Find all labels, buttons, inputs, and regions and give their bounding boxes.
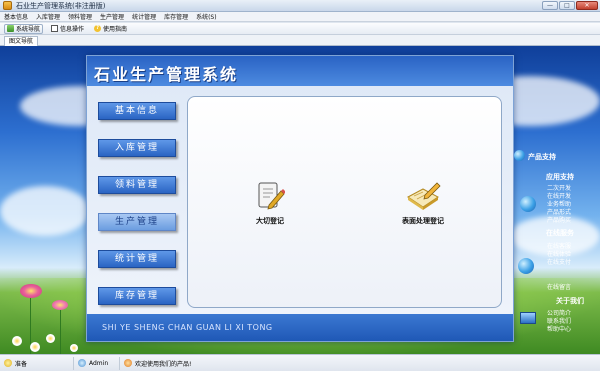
about-us-title: 关于我们 xyxy=(556,297,584,305)
maximize-button[interactable]: □ xyxy=(559,1,575,10)
menu-production[interactable]: 生产管理 xyxy=(100,12,124,21)
nav-button-statistics[interactable]: 统计管理 xyxy=(98,250,176,268)
toolbar: 系统导航 信息操作 ? 使用指南 xyxy=(0,23,600,35)
window-controls: — □ ✕ xyxy=(542,1,598,10)
user-guide-label: 使用指南 xyxy=(103,26,128,33)
bird-icon xyxy=(520,196,536,212)
help-icon: ? xyxy=(94,25,102,32)
nav-button-basic-info[interactable]: 基本信息 xyxy=(98,102,176,120)
menu-inbound[interactable]: 入库管理 xyxy=(36,12,60,21)
window-title: 石业生产管理系统(非注册版) xyxy=(16,1,106,10)
status-bar: 准备 Admin 欢迎使用我们的产品! xyxy=(0,354,600,371)
support-link[interactable]: 产品购买 xyxy=(547,215,571,224)
menu-system[interactable]: 系统(S) xyxy=(196,12,217,21)
app-icon xyxy=(3,1,12,10)
function-rough-cut[interactable]: 大切登记 xyxy=(225,181,315,226)
menu-inventory[interactable]: 库存管理 xyxy=(164,12,188,21)
support-heading: 产品支持 xyxy=(528,153,556,161)
panel-header: 石业生产管理系统 xyxy=(87,56,513,86)
user-guide-button[interactable]: ? 使用指南 xyxy=(92,24,129,34)
status-welcome-text: 欢迎使用我们的产品! xyxy=(135,360,192,368)
status-ready: 准备 xyxy=(0,356,74,370)
status-ready-text: 准备 xyxy=(15,360,28,368)
system-nav-label: 系统导航 xyxy=(16,26,41,33)
panel-body: 基本信息 入库管理 领料管理 生产管理 统计管理 库存管理 大切登记 表面处理登… xyxy=(87,86,513,314)
nav-button-inventory[interactable]: 库存管理 xyxy=(98,287,176,305)
nav-button-inbound[interactable]: 入库管理 xyxy=(98,139,176,157)
title-bar: 石业生产管理系统(非注册版) — □ ✕ xyxy=(0,0,600,12)
ready-icon xyxy=(4,359,12,367)
tab-graphic-nav[interactable]: 图文导航 xyxy=(4,36,39,46)
document-pencil-icon xyxy=(258,182,286,210)
footer-pinyin: SHI YE SHENG CHAN GUAN LI XI TONG xyxy=(102,323,273,332)
nav-button-material[interactable]: 领料管理 xyxy=(98,176,176,194)
welcome-icon xyxy=(124,359,132,367)
close-button[interactable]: ✕ xyxy=(576,1,598,10)
globe-icon xyxy=(518,258,534,274)
function-rough-cut-label: 大切登记 xyxy=(256,217,284,225)
user-icon xyxy=(78,359,86,367)
app-support-title: 应用支持 xyxy=(546,173,574,181)
main-panel: 石业生产管理系统 基本信息 入库管理 领料管理 生产管理 统计管理 库存管理 大… xyxy=(86,55,514,342)
panel-footer: SHI YE SHENG CHAN GUAN LI XI TONG xyxy=(87,314,513,341)
function-surface-treatment[interactable]: 表面处理登记 xyxy=(378,181,468,226)
info-operation-button[interactable]: 信息操作 xyxy=(49,24,86,34)
nav-icon xyxy=(7,25,14,32)
menu-material[interactable]: 领料管理 xyxy=(68,12,92,21)
notebook-pencil-icon xyxy=(407,182,441,210)
about-link[interactable]: 帮助中心 xyxy=(547,324,571,333)
minimize-button[interactable]: — xyxy=(542,1,558,10)
info-operation-label: 信息操作 xyxy=(60,26,85,33)
panel-title: 石业生产管理系统 xyxy=(94,65,239,84)
support-panel: 产品支持 应用支持 二次开发 在线开发 业务帮助 产品形式 产品购买 在线服务 … xyxy=(514,148,600,348)
status-welcome: 欢迎使用我们的产品! xyxy=(120,357,191,370)
function-surface-treatment-label: 表面处理登记 xyxy=(402,217,444,225)
status-user: Admin xyxy=(74,356,120,370)
menu-bar: 基本信息 入库管理 领料管理 生产管理 统计管理 库存管理 系统(S) xyxy=(0,12,600,22)
online-service-title: 在线服务 xyxy=(546,229,574,237)
function-area: 大切登记 表面处理登记 xyxy=(187,96,502,308)
system-nav-button[interactable]: 系统导航 xyxy=(4,23,44,34)
status-user-text: Admin xyxy=(89,359,109,367)
info-icon xyxy=(51,25,59,32)
support-globe-icon xyxy=(514,150,525,161)
online-link[interactable]: 在线支付 xyxy=(547,257,571,266)
online-link[interactable]: 在线留言 xyxy=(547,282,571,291)
monitor-icon xyxy=(520,312,536,324)
menu-statistics[interactable]: 统计管理 xyxy=(132,12,156,21)
tab-row: 图文导航 xyxy=(0,35,600,46)
menu-basic-info[interactable]: 基本信息 xyxy=(4,12,28,21)
nav-button-production[interactable]: 生产管理 xyxy=(98,213,176,231)
